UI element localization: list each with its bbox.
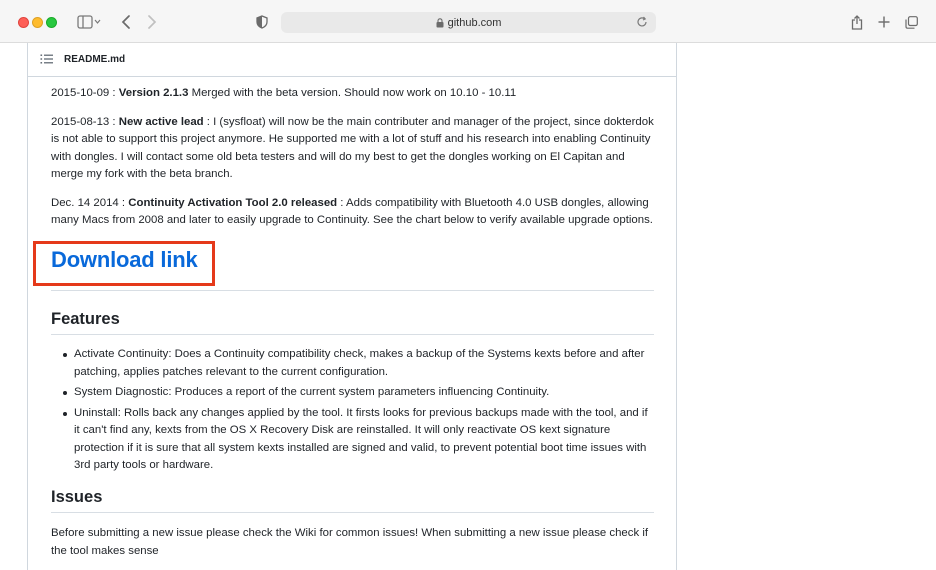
news-date: 2015-10-09 : — [51, 87, 119, 99]
list-item: System Diagnostic: Produces a report of … — [63, 384, 654, 402]
sidebar-toggle-button[interactable] — [74, 12, 104, 32]
chevron-right-icon — [148, 15, 157, 29]
tabs-overview-icon — [904, 15, 918, 29]
download-link[interactable]: Download link — [51, 248, 198, 269]
features-list: Activate Continuity: Does a Continuity c… — [51, 346, 654, 475]
shield-icon — [256, 15, 268, 29]
list-item: Activate Continuity: Does a Continuity c… — [63, 346, 654, 381]
news-text: Merged with the beta version. Should now… — [188, 87, 517, 99]
news-entry-3: Dec. 14 2014 : Continuity Activation Too… — [51, 195, 654, 230]
minimize-window-button[interactable] — [32, 17, 43, 28]
readme-filename: README.md — [64, 54, 126, 65]
tab-overview-button[interactable] — [903, 12, 919, 32]
news-title: New active lead — [118, 115, 204, 128]
news-date: Dec. 14 2014 : — [51, 196, 129, 209]
news-title: Version 2.1.3 — [118, 87, 189, 99]
news-entry-1: 2015-10-09 : Version 2.1.3 Merged with t… — [51, 85, 654, 103]
maximize-window-button[interactable] — [46, 17, 57, 28]
close-window-button[interactable] — [18, 17, 29, 28]
outline-list-icon[interactable] — [40, 53, 54, 67]
news-entry-2: 2015-08-13 : New active lead : I (sysflo… — [51, 114, 654, 184]
news-date: 2015-08-13 : — [51, 115, 119, 128]
browser-toolbar: github.com — [0, 0, 936, 43]
download-section: Download link — [33, 240, 654, 291]
list-item: Uninstall: Rolls back any changes applie… — [63, 405, 654, 475]
forward-button[interactable] — [144, 12, 160, 32]
new-tab-button[interactable] — [876, 12, 892, 32]
url-text: github.com — [447, 16, 502, 29]
sidebar-icon — [77, 15, 101, 29]
readme-content: 2015-10-09 : Version 2.1.3 Merged with t… — [33, 85, 654, 570]
readme-header: README.md — [28, 43, 676, 77]
plus-icon — [878, 16, 890, 28]
news-title: Continuity Activation Tool 2.0 released — [128, 196, 338, 209]
privacy-report-button[interactable] — [254, 12, 270, 32]
issues-heading: Issues — [51, 488, 654, 513]
back-button[interactable] — [118, 12, 134, 32]
issues-text: Before submitting a new issue please che… — [51, 527, 649, 557]
reload-icon[interactable] — [636, 16, 648, 28]
features-heading: Features — [51, 310, 654, 335]
share-button[interactable] — [849, 12, 865, 32]
lock-icon — [436, 17, 444, 28]
readme-panel: README.md 2015-10-09 : Version 2.1.3 Mer… — [27, 43, 677, 570]
share-icon — [851, 14, 863, 30]
address-bar[interactable]: github.com — [281, 12, 656, 33]
chevron-left-icon — [121, 15, 130, 29]
